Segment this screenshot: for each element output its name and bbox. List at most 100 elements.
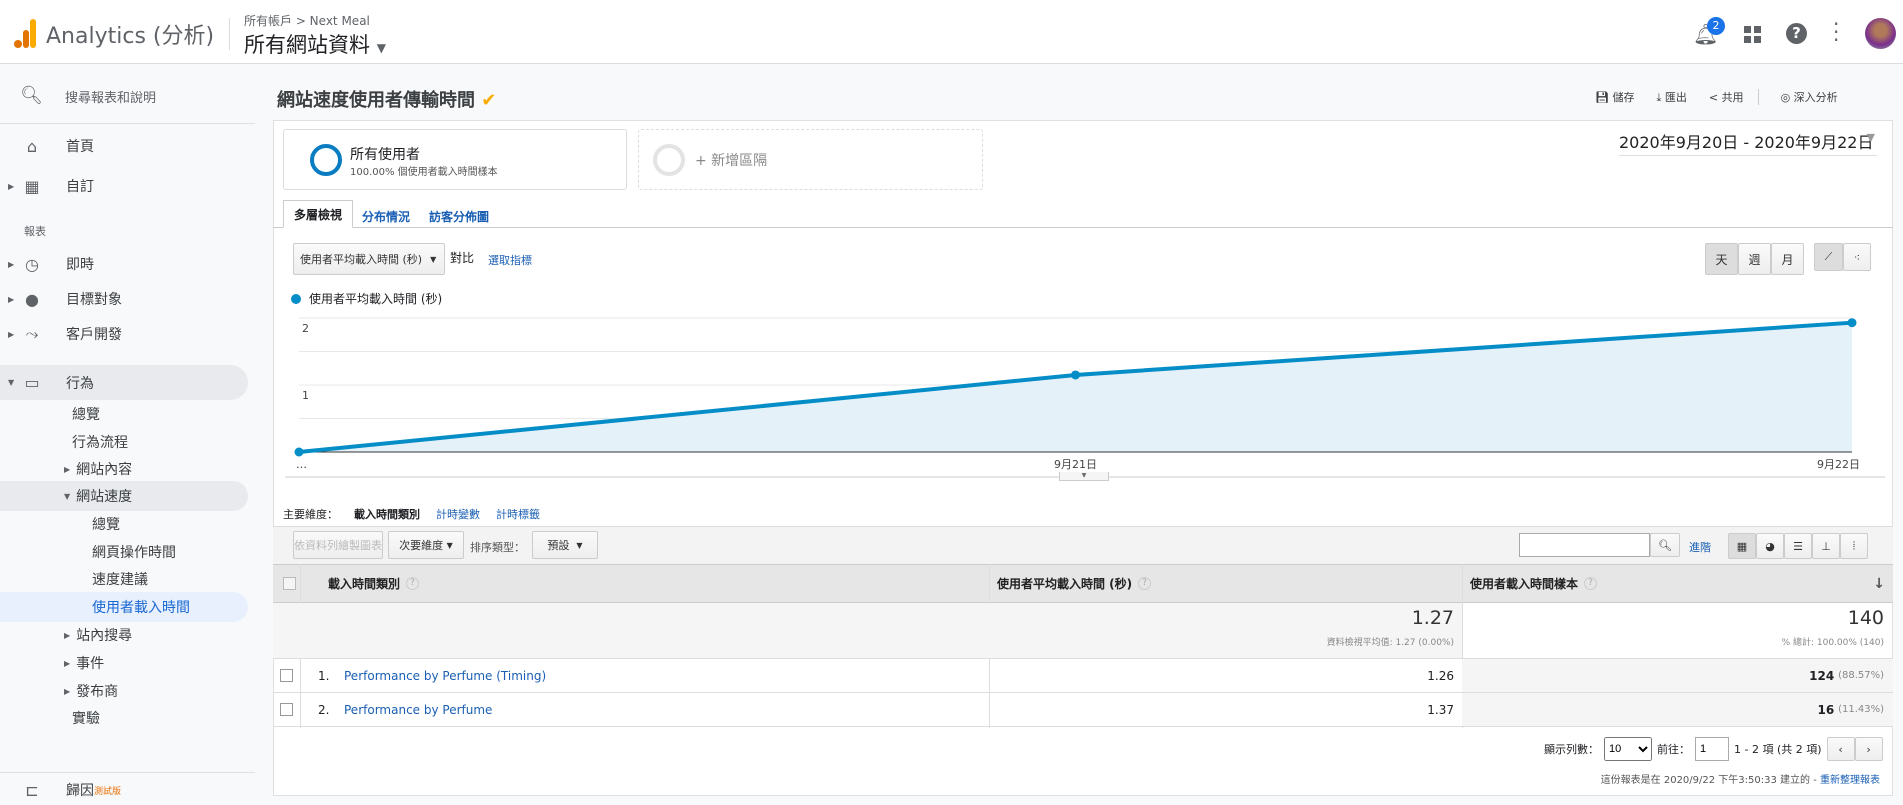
- segment-all-users[interactable]: 所有使用者 100.00% 個使用者載入時間樣本: [283, 129, 627, 190]
- label: 首頁: [66, 139, 94, 155]
- sidebar-item-site-content[interactable]: ▶ 網站內容: [0, 454, 248, 484]
- caret-down-icon: ▼: [446, 540, 453, 550]
- sidebar-item-page-timings[interactable]: 網頁操作時間: [0, 537, 248, 567]
- sidebar-item-behavior[interactable]: ▼ ▭ 行為: [0, 365, 248, 400]
- add-segment-button[interactable]: + 新增區隔: [638, 129, 983, 190]
- sidebar-item-home[interactable]: ⌂ 首頁: [0, 128, 248, 164]
- tab-map-overlay[interactable]: 訪客分佈圖: [429, 208, 489, 225]
- row-samples-pct: (88.57%): [1838, 670, 1884, 681]
- segment-circle-icon: [310, 144, 342, 176]
- sidebar-item-speed-overview[interactable]: 總覽: [0, 509, 248, 539]
- motion-chart-icon[interactable]: ⁖: [1843, 243, 1871, 271]
- dim-timing-variable[interactable]: 計時變數: [436, 506, 480, 522]
- title-text: 網站速度使用者傳輸時間: [277, 90, 475, 111]
- period-month-button[interactable]: 月: [1771, 243, 1804, 275]
- row-avg-value: 1.37: [1427, 702, 1454, 717]
- sidebar-item-attribution[interactable]: ⊏ 歸因 測試版: [0, 775, 248, 805]
- table-row: 2. Performance by Perfume 1.37 16 (11.43…: [273, 693, 1893, 727]
- merge-icon: ⤳: [25, 324, 39, 343]
- next-page-button[interactable]: ›: [1854, 737, 1883, 761]
- segment-circle-icon: [653, 144, 685, 176]
- performance-view-icon[interactable]: ☰: [1784, 533, 1812, 559]
- search-icon[interactable]: 🔍︎: [1650, 533, 1680, 557]
- total-avg-sub: 資料檢視平均值: 1.27 (0.00%): [1326, 638, 1454, 648]
- clock-icon: ◷: [25, 254, 39, 274]
- search-reports-input[interactable]: 搜尋報表和說明: [65, 87, 156, 106]
- top-bar: Analytics (分析) 所有帳戶 > Next Meal 所有網站資料 ▼…: [0, 0, 1903, 64]
- secondary-dimension-select[interactable]: 次要維度 ▼: [388, 531, 464, 559]
- sidebar-item-publisher[interactable]: ▶ 發布商: [0, 676, 248, 706]
- property-name: 所有網站資料: [244, 33, 370, 57]
- sidebar-item-acquisition[interactable]: ▶ ⤳ 客戶開發: [0, 316, 248, 352]
- prev-page-button[interactable]: ‹: [1826, 737, 1855, 761]
- label: 站內搜尋: [76, 628, 133, 644]
- column-header-avg-load-time[interactable]: 使用者平均載入時間 (秒)?: [997, 564, 1152, 603]
- comparison-view-icon[interactable]: ⊥: [1812, 533, 1840, 559]
- sidebar-item-speed-suggestions[interactable]: 速度建議: [0, 564, 248, 594]
- plot-rows-button[interactable]: 依資料列繪製圖表: [293, 531, 383, 559]
- apps-grid-icon[interactable]: [1744, 26, 1761, 43]
- more-vert-icon[interactable]: · · ·: [1833, 14, 1839, 50]
- chart-legend: 使用者平均載入時間 (秒): [291, 290, 442, 307]
- row-name-link[interactable]: Performance by Perfume (Timing): [344, 659, 546, 692]
- select-metric-link[interactable]: 選取指標: [488, 252, 532, 268]
- avatar[interactable]: [1865, 18, 1896, 49]
- table-search-input[interactable]: [1519, 533, 1650, 557]
- table-view-icon[interactable]: ▦: [1728, 533, 1756, 559]
- date-range-picker[interactable]: 2020年9月20日 - 2020年9月22日 ▼: [1619, 129, 1877, 156]
- advanced-filter-link[interactable]: 進階: [1689, 539, 1711, 555]
- term-cloud-view-icon[interactable]: ⦙: [1840, 533, 1868, 559]
- sidebar-item-events[interactable]: ▶ 事件: [0, 648, 248, 678]
- label: + 新增區隔: [695, 153, 768, 169]
- sidebar-item-experiments[interactable]: 實驗: [0, 703, 248, 733]
- y-tick-label: 1: [302, 389, 309, 402]
- dim-timing-label[interactable]: 計時標籤: [496, 506, 540, 522]
- help-icon[interactable]: ?: [1584, 577, 1598, 590]
- refresh-report-link[interactable]: 重新整理報表: [1820, 775, 1880, 786]
- rows-per-page-select[interactable]: 10: [1604, 737, 1652, 761]
- dim-load-category[interactable]: 載入時間類別: [354, 506, 420, 522]
- goto-page-input[interactable]: [1695, 737, 1729, 761]
- label: 使用者平均載入時間 (秒): [300, 253, 423, 266]
- sidebar-item-site-speed[interactable]: ▼ 網站速度: [0, 481, 248, 511]
- row-name-link[interactable]: Performance by Perfume: [344, 693, 492, 726]
- date-range: 2020年9月20日 - 2020年9月22日: [1619, 133, 1874, 152]
- sidebar-item-realtime[interactable]: ▶ ◷ 即時: [0, 246, 248, 282]
- column-header-category[interactable]: 載入時間類別?: [328, 564, 420, 603]
- period-week-button[interactable]: 週: [1738, 243, 1771, 275]
- help-icon[interactable]: ?: [1786, 23, 1807, 44]
- insights-button[interactable]: ◎ 深入分析: [1781, 89, 1838, 105]
- property-selector[interactable]: 所有網站資料 ▼: [244, 29, 386, 59]
- caret-down-icon: ▼: [1866, 131, 1875, 144]
- label: 使用者載入時間樣本: [1470, 577, 1579, 591]
- export-button[interactable]: ⤓ 匯出: [1656, 89, 1686, 105]
- sidebar-item-behavior-overview[interactable]: 總覽: [0, 399, 248, 429]
- sidebar-item-audience[interactable]: ▶ ● 目標對象: [0, 281, 248, 317]
- help-icon[interactable]: ?: [1138, 577, 1152, 590]
- metric-select[interactable]: 使用者平均載入時間 (秒) ▼: [293, 243, 445, 275]
- chart-collapse-handle[interactable]: ▼: [1059, 472, 1109, 481]
- column-header-samples[interactable]: 使用者載入時間樣本? ↓: [1470, 564, 1885, 603]
- line-chart-icon[interactable]: ⟋: [1814, 243, 1843, 271]
- label: 網站內容: [76, 462, 133, 478]
- sidebar-item-site-search[interactable]: ▶ 站內搜尋: [0, 620, 248, 650]
- sidebar-item-custom[interactable]: ▶ ▦ 自訂: [0, 168, 248, 204]
- tab-distribution[interactable]: 分布情況: [362, 208, 410, 225]
- pie-view-icon[interactable]: ◕: [1756, 533, 1784, 559]
- verified-shield-icon: ✔: [481, 90, 497, 111]
- row-checkbox[interactable]: [280, 703, 293, 716]
- save-button[interactable]: 💾︎ 儲存: [1595, 89, 1634, 105]
- share-button[interactable]: < 共用: [1709, 89, 1759, 105]
- period-day-button[interactable]: 天: [1705, 243, 1738, 275]
- help-icon[interactable]: ?: [406, 577, 420, 590]
- sidebar-item-behavior-flow[interactable]: 行為流程: [0, 427, 248, 457]
- sort-type-select[interactable]: 預設 ▼: [532, 531, 598, 559]
- data-point: [294, 447, 304, 457]
- label: 網站速度: [76, 489, 133, 505]
- sidebar-item-user-timings[interactable]: 使用者載入時間: [0, 592, 248, 622]
- expand-icon: ▶: [8, 294, 15, 304]
- select-all-checkbox[interactable]: [283, 577, 296, 590]
- row-checkbox[interactable]: [280, 669, 293, 682]
- tab-explorer[interactable]: 多層檢視: [283, 200, 353, 228]
- breadcrumb[interactable]: 所有帳戶 > Next Meal: [244, 12, 370, 29]
